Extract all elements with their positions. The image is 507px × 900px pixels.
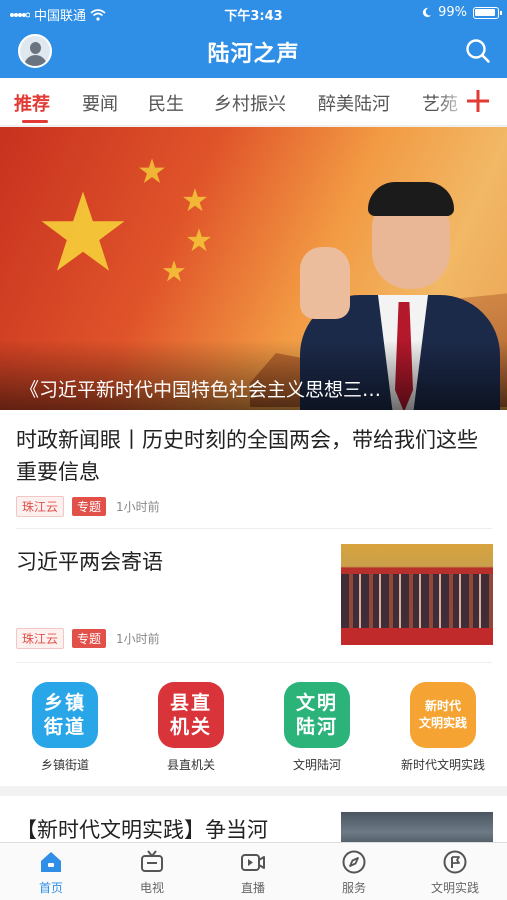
article-title: 【新时代文明实践】争当河 [16, 818, 268, 842]
topic-badge: 专题 [72, 629, 107, 648]
live-video-icon [241, 854, 265, 871]
source-tag: 珠江云 [16, 496, 65, 517]
tab-news[interactable]: 要闻 [82, 90, 118, 116]
portrait-waving-hand [300, 247, 350, 319]
nav-label: 首页 [38, 881, 63, 895]
app-title: 陆河之声 [207, 42, 300, 67]
home-icon [41, 852, 61, 872]
article-thumbnail[interactable] [341, 544, 493, 645]
article-meta: 珠江云 专题 1小时前 [16, 628, 160, 649]
towns-streets-icon: 乡镇 街道 [32, 682, 98, 748]
article-title: 时政新闻眼丨历史时刻的全国两会，带给我们这些重要信息 [16, 428, 478, 484]
nav-live[interactable]: 直播 [213, 849, 293, 896]
article-meta: 珠江云 专题 1小时前 [16, 496, 494, 517]
article-item[interactable]: 时政新闻眼丨历史时刻的全国两会，带给我们这些重要信息 珠江云 专题 1小时前 [16, 424, 494, 517]
entry-label: 县直机关 [166, 758, 215, 772]
entry-new-era-civilization[interactable]: 新时代 文明实践 新时代文明实践 [388, 682, 498, 773]
active-tab-indicator [22, 120, 48, 123]
tab-rural-revitalization[interactable]: 乡村振兴 [214, 90, 286, 116]
tv-icon [141, 850, 163, 872]
hero-banner[interactable]: 《习近平新时代中国特色社会主义思想三… [0, 127, 507, 410]
nav-services[interactable]: 服务 [314, 849, 394, 896]
nav-label: 电视 [139, 881, 164, 895]
tab-livelihood[interactable]: 民生 [148, 90, 184, 116]
quick-entries: 乡镇 街道 乡镇街道 县直 机关 县直机关 文明 陆河 文明陆河 新时代 文明实… [0, 672, 507, 782]
icon-text: 陆河 [295, 716, 338, 738]
thumbnail-crowd [341, 574, 493, 634]
tab-beautiful-luhe[interactable]: 醉美陆河 [318, 90, 390, 116]
flag-star-large [41, 191, 125, 271]
battery-percent: 99% [438, 5, 467, 20]
tab-recommend[interactable]: 推荐 [14, 90, 50, 116]
flag-star-small [139, 158, 165, 184]
nav-tv[interactable]: 电视 [112, 849, 192, 896]
entry-label: 乡镇街道 [40, 758, 89, 772]
icon-text: 乡镇 [43, 692, 86, 714]
icon-text: 街道 [43, 716, 86, 738]
civilized-luhe-icon: 文明 陆河 [284, 682, 350, 748]
topic-badge: 专题 [72, 497, 107, 516]
icon-text: 机关 [169, 716, 212, 738]
bottom-nav: 首页 电视 直播 服务 文明实践 [0, 842, 507, 900]
divider [16, 528, 492, 529]
icon-text: 文明实践 [418, 716, 467, 730]
divider [16, 662, 492, 663]
entry-towns-streets[interactable]: 乡镇 街道 乡镇街道 [10, 682, 120, 773]
flag-star-small [162, 260, 186, 282]
entry-label: 新时代文明实践 [400, 758, 485, 772]
icon-text: 县直 [169, 692, 212, 714]
nav-civilization-practice[interactable]: 文明实践 [415, 849, 495, 896]
search-icon[interactable] [465, 38, 491, 64]
entry-label: 文明陆河 [292, 758, 341, 772]
nav-label: 文明实践 [430, 881, 479, 895]
entry-civilized-luhe[interactable]: 文明 陆河 文明陆河 [262, 682, 372, 773]
article-list: 时政新闻眼丨历史时刻的全国两会，带给我们这些重要信息 珠江云 专题 1小时前 习… [0, 410, 507, 786]
article-title: 习近平两会寄语 [16, 550, 163, 574]
article-time: 1小时前 [116, 500, 160, 514]
entry-county-organs[interactable]: 县直 机关 县直机关 [136, 682, 246, 773]
flag-star-small [183, 188, 207, 212]
nav-home[interactable]: 首页 [11, 849, 91, 896]
hero-caption: 《习近平新时代中国特色社会主义思想三… [20, 379, 382, 401]
article-thumbnail [341, 812, 493, 846]
source-tag: 珠江云 [16, 628, 65, 649]
icon-text: 文明 [295, 692, 338, 714]
nav-label: 服务 [341, 881, 366, 895]
article-item[interactable]: 习近平两会寄语 珠江云 专题 1小时前 [16, 546, 316, 649]
thumbnail-desk [341, 628, 493, 645]
icon-text: 新时代 [424, 699, 461, 713]
channel-tabs: 推荐 要闻 民生 乡村振兴 醉美陆河 艺苑 [0, 78, 507, 126]
app-header: 陆河之声 [0, 26, 507, 78]
flag-star-small [187, 228, 211, 252]
county-organs-icon: 县直 机关 [158, 682, 224, 748]
status-right: 99% [421, 5, 502, 20]
status-bar: 中国联通 下午3:43 99% [0, 0, 507, 26]
add-channel-icon[interactable] [465, 88, 491, 114]
battery-icon [473, 6, 502, 19]
compass-icon [342, 850, 366, 874]
flag-icon [443, 850, 467, 874]
new-era-civilization-icon: 新时代 文明实践 [410, 682, 476, 748]
nav-label: 直播 [240, 881, 265, 895]
moon-icon [422, 7, 432, 18]
article-time: 1小时前 [116, 632, 160, 646]
portrait-hair [368, 182, 454, 216]
article-item[interactable]: 【新时代文明实践】争当河 [0, 796, 507, 846]
